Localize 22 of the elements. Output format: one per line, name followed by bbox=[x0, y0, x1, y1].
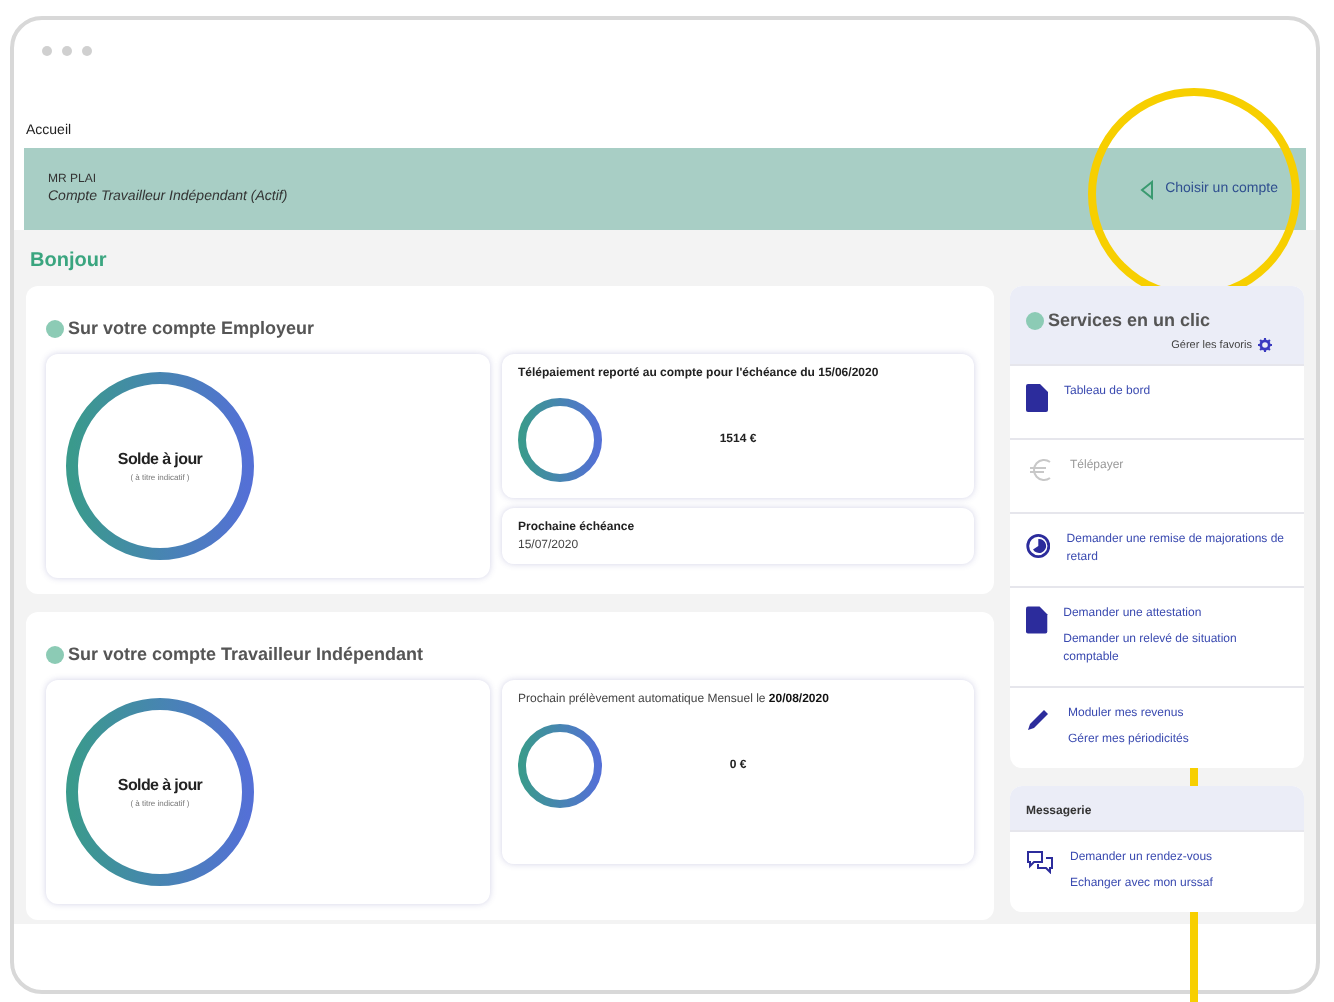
clock-icon bbox=[1026, 532, 1051, 560]
document-icon bbox=[1026, 384, 1048, 412]
balance-label: Solde à jour bbox=[117, 776, 203, 794]
triangle-icon bbox=[1139, 179, 1154, 199]
title-dot bbox=[1026, 311, 1044, 329]
chat-icon bbox=[1026, 850, 1054, 874]
title-dot bbox=[46, 645, 64, 663]
greeting: Bonjour bbox=[28, 248, 109, 276]
window-dot bbox=[82, 45, 92, 55]
window-dot bbox=[42, 45, 52, 55]
amount-ring bbox=[518, 723, 602, 808]
card-title: Sur votre compte Travailleur Indépendant bbox=[68, 644, 424, 664]
amount-ring bbox=[518, 397, 602, 482]
panel-title: Services en un clic bbox=[1048, 310, 1211, 330]
settings-icon[interactable] bbox=[1258, 338, 1272, 352]
balance-label: Solde à jour bbox=[117, 450, 203, 468]
card-title: Sur votre compte Employeur bbox=[68, 318, 315, 338]
window-dot bbox=[62, 45, 72, 55]
title-dot bbox=[46, 319, 64, 337]
euro-icon bbox=[1026, 458, 1054, 482]
document-icon bbox=[1026, 606, 1048, 634]
pencil-icon bbox=[1026, 706, 1052, 732]
